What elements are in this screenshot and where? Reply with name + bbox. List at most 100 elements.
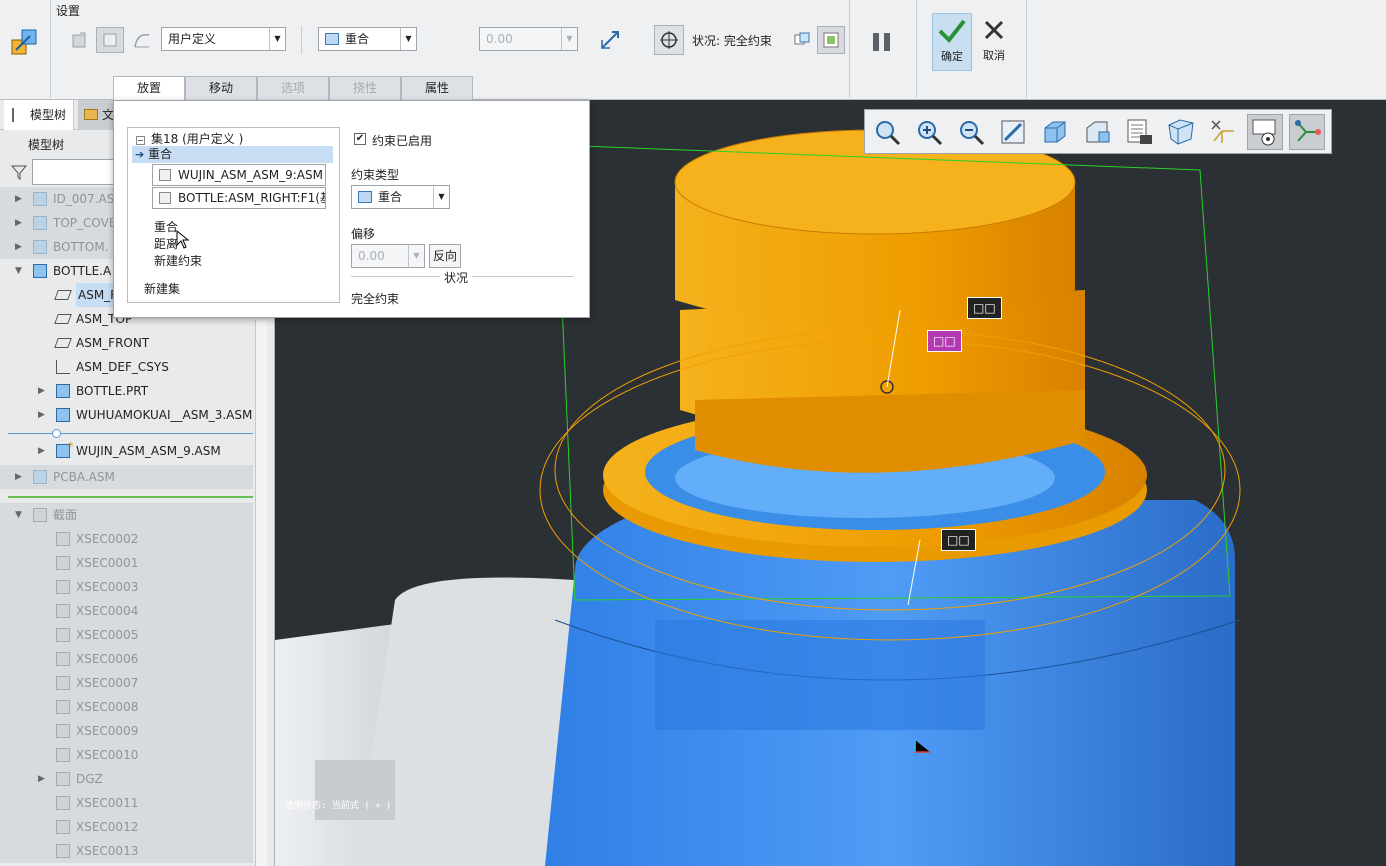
chevron-right-icon[interactable]: ▶: [15, 187, 22, 211]
tree-item[interactable]: ▶ WUHUAMOKUAI__ASM_3.ASM: [0, 403, 253, 427]
chevron-right-icon[interactable]: ▶: [38, 767, 45, 791]
new-set[interactable]: 新建集: [144, 280, 180, 297]
tree-item[interactable]: XSEC0009: [0, 719, 253, 743]
constraint-item-coincident[interactable]: 重合: [154, 218, 178, 235]
chevron-right-icon[interactable]: ▶: [15, 211, 22, 235]
move-icon[interactable]: [68, 28, 92, 52]
tree-item[interactable]: ▶ * WUJIN_ASM_ASM_9.ASM: [0, 439, 253, 463]
user-defined-select[interactable]: 用户定义 ▼: [161, 27, 286, 51]
chevron-right-icon[interactable]: ▶: [38, 379, 45, 403]
zoom-out-icon[interactable]: [953, 114, 989, 150]
tree-item-label: XSEC0009: [76, 724, 139, 738]
folder-icon: [56, 724, 70, 738]
status-section-label: 状况: [440, 269, 473, 286]
tree-item[interactable]: XSEC0010: [0, 743, 253, 767]
tree-icon: [12, 108, 24, 122]
folder-icon: [56, 796, 70, 810]
chevron-down-icon[interactable]: ▼: [15, 503, 22, 527]
tree-item[interactable]: XSEC0005: [0, 623, 253, 647]
datum-display-icon[interactable]: [1205, 114, 1241, 150]
set-header[interactable]: − 集18 (用户定义 ): [136, 130, 243, 147]
repaint-icon[interactable]: [995, 114, 1031, 150]
chevron-right-icon[interactable]: ▶: [38, 403, 45, 427]
model-tree-header: 模型树: [28, 138, 65, 152]
constraint-item-distance[interactable]: 距离: [154, 235, 178, 252]
tree-item[interactable]: XSEC0008: [0, 695, 253, 719]
reference-1[interactable]: WUJIN_ASM_ASM_9:ASM: [152, 164, 326, 186]
selected-constraint-row[interactable]: ➔ 重合: [132, 146, 333, 163]
part-icon: [33, 216, 47, 230]
dimension-tag[interactable]: □□: [967, 297, 1002, 319]
spin-center-icon[interactable]: [1289, 114, 1325, 150]
display-style-icon[interactable]: [1037, 114, 1073, 150]
viewport-status-text: 透明状态: 当前式 ( + ): [285, 801, 392, 811]
reference-2[interactable]: BOTTLE:ASM_RIGHT:F1(基: [152, 187, 326, 209]
coincident-icon: [325, 33, 339, 45]
tree-item[interactable]: ▶ BOTTLE.PRT: [0, 379, 253, 403]
folder-icon: [33, 508, 47, 522]
assembly-window-icon[interactable]: [817, 26, 845, 54]
collapse-icon[interactable]: −: [136, 136, 145, 145]
view-manager-icon[interactable]: [1121, 114, 1157, 150]
tree-item[interactable]: ▶ PCBA.ASM: [0, 465, 253, 489]
asm-icon: [56, 408, 70, 422]
tree-item[interactable]: XSEC0004: [0, 599, 253, 623]
cancel-button[interactable]: 取消: [976, 13, 1012, 71]
tab-placement[interactable]: 放置: [113, 76, 185, 100]
selected-dimension-tag[interactable]: □□: [927, 330, 962, 352]
tree-item-label: XSEC0008: [76, 700, 139, 714]
tree-item[interactable]: XSEC0013: [0, 839, 253, 863]
tree-item[interactable]: XSEC0006: [0, 647, 253, 671]
tree-item[interactable]: ▶ DGZ: [0, 767, 253, 791]
saved-orientations-icon[interactable]: [1079, 114, 1115, 150]
tree-item[interactable]: XSEC0002: [0, 527, 253, 551]
chevron-right-icon[interactable]: ▶: [38, 439, 45, 463]
pause-icon[interactable]: [866, 26, 898, 58]
chevron-right-icon[interactable]: ▶: [15, 235, 22, 259]
tab-flexibility: 挠性: [329, 76, 401, 100]
offset-input[interactable]: 0.00 ▼: [479, 27, 578, 51]
tree-item[interactable]: ASM_DEF_CSYS: [0, 355, 253, 379]
tree-item[interactable]: XSEC0011: [0, 791, 253, 815]
status-value: 完全约束: [351, 292, 400, 306]
splitter-handle[interactable]: [52, 429, 61, 438]
tree-item-label: PCBA.ASM: [53, 470, 115, 484]
tab-model-tree[interactable]: 模型树: [4, 100, 74, 130]
chevron-down-icon[interactable]: ▼: [15, 259, 22, 283]
offset-field[interactable]: 0.00 ▼: [351, 244, 425, 268]
tree-item[interactable]: XSEC0001: [0, 551, 253, 575]
tree-search-input[interactable]: [32, 159, 116, 185]
flexibility-icon[interactable]: [130, 28, 154, 52]
constraint-item-new[interactable]: 新建约束: [154, 252, 202, 269]
tree-item-label: XSEC0003: [76, 580, 139, 594]
refit-icon[interactable]: [869, 114, 905, 150]
tab-properties[interactable]: 属性: [401, 76, 473, 100]
ok-button[interactable]: 确定: [932, 13, 972, 71]
tree-item[interactable]: ASM_FRONT: [0, 331, 253, 355]
filter-icon[interactable]: [10, 163, 28, 181]
perspective-icon[interactable]: [1163, 114, 1199, 150]
dimension-tag-2[interactable]: □□: [941, 529, 976, 551]
part-icon: [33, 192, 47, 206]
show-status-icon[interactable]: [654, 25, 684, 55]
tree-item[interactable]: XSEC0012: [0, 815, 253, 839]
zoom-in-icon[interactable]: [911, 114, 947, 150]
tree-splitter[interactable]: [8, 433, 253, 434]
tree-item[interactable]: XSEC0003: [0, 575, 253, 599]
separate-window-icon-2[interactable]: [790, 28, 814, 52]
flip-button[interactable]: 反向: [429, 244, 461, 268]
constraint-enabled-checkbox[interactable]: ✔: [354, 133, 366, 145]
constraint-set-list: − 集18 (用户定义 ) ➔ 重合 WUJIN_ASM_ASM_9:ASM BO…: [127, 127, 340, 303]
separate-window-icon[interactable]: [96, 27, 124, 53]
tab-move[interactable]: 移动: [185, 76, 257, 100]
tab-layers[interactable]: 文: [78, 100, 114, 130]
tree-scrollbar[interactable]: [255, 320, 267, 866]
constraint-type-select[interactable]: 重合 ▼: [318, 27, 417, 51]
chevron-right-icon[interactable]: ▶: [15, 465, 22, 489]
tree-item-label: XSEC0011: [76, 796, 139, 810]
annotation-display-icon[interactable]: [1247, 114, 1283, 150]
tree-item[interactable]: XSEC0007: [0, 671, 253, 695]
tree-item[interactable]: ▼ 截面: [0, 503, 253, 527]
constraint-type-dropdown[interactable]: 重合 ▼: [351, 185, 450, 209]
flip-icon[interactable]: [596, 26, 624, 54]
